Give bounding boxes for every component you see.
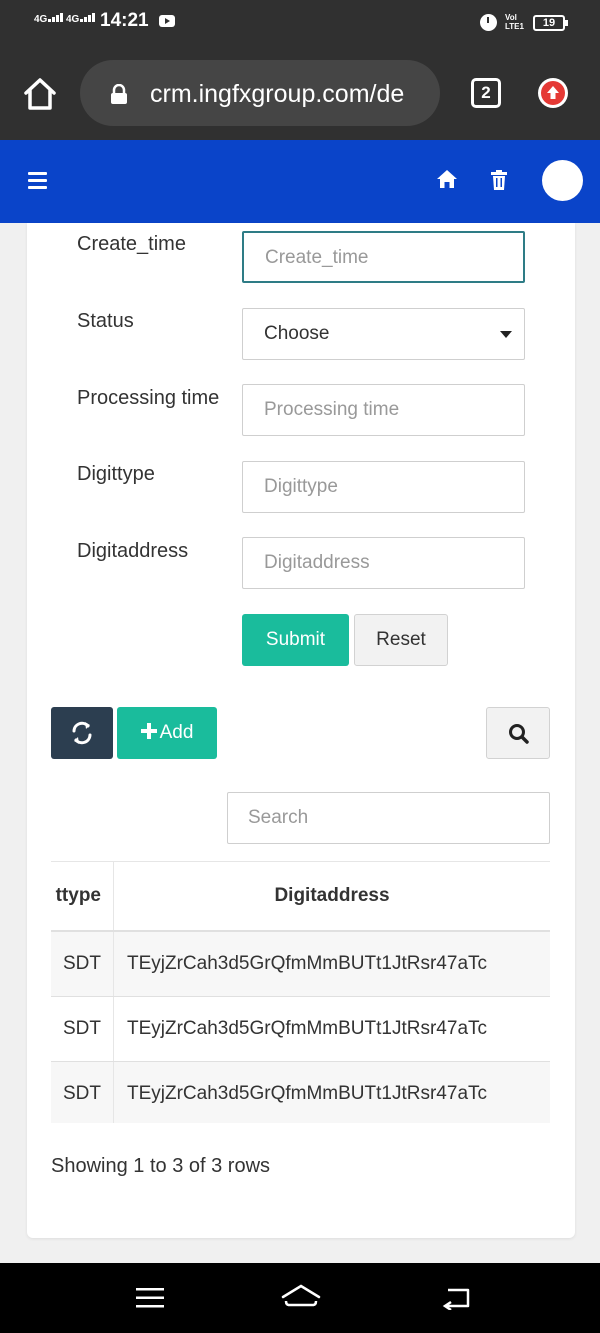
pagination-summary: Showing 1 to 3 of 3 rows — [51, 1155, 271, 1177]
home-icon — [24, 78, 56, 110]
back-icon[interactable] — [442, 1286, 472, 1310]
cell-digitaddress: TEyjZrCah3d5GrQfmMmBUTt1JtRsr47aTc — [127, 1018, 488, 1039]
digittype-label: Digittype — [77, 463, 155, 485]
youtube-notification-icon — [159, 15, 175, 27]
status-label: Status — [77, 310, 134, 332]
menu-icon[interactable] — [28, 172, 47, 190]
digitaddress-input[interactable]: Digitaddress — [242, 537, 525, 589]
processing-time-label: Processing time — [77, 387, 220, 409]
column-header-digittype[interactable]: ttype — [51, 862, 114, 930]
lock-icon — [111, 84, 127, 104]
search-placeholder: Search — [248, 807, 309, 828]
cell-digittype: SDT — [51, 932, 114, 996]
caret-down-icon — [500, 331, 512, 338]
avatar[interactable] — [542, 160, 583, 201]
reset-button[interactable]: Reset — [354, 614, 448, 666]
cell-digitaddress: TEyjZrCah3d5GrQfmMmBUTt1JtRsr47aTc — [127, 1083, 488, 1104]
update-button[interactable] — [538, 78, 568, 108]
content-card: Create_time Create_time Status Choose Pr… — [27, 223, 575, 1238]
plus-icon — [140, 723, 157, 739]
table-search-input[interactable]: Search — [227, 792, 550, 844]
add-label: Add — [159, 722, 194, 743]
header-home-icon[interactable] — [436, 169, 458, 189]
alarm-icon — [480, 14, 497, 31]
create-time-label: Create_time — [77, 233, 186, 255]
status-selected-value: Choose — [264, 323, 330, 344]
add-button[interactable]: Add — [117, 707, 217, 759]
submit-button[interactable]: Submit — [242, 614, 349, 666]
signal-2: 4G — [66, 13, 96, 25]
table-row: SDT TEyjZrCah3d5GrQfmMmBUTt1JtRsr47aTc — [51, 997, 550, 1061]
status-select[interactable]: Choose — [242, 308, 525, 360]
column-header-digitaddress[interactable]: Digitaddress — [114, 862, 550, 930]
search-icon — [509, 724, 529, 744]
network-type-1: 4G — [34, 14, 48, 25]
nav-home-icon[interactable] — [281, 1283, 321, 1311]
trash-icon[interactable] — [490, 170, 508, 190]
update-icon — [541, 81, 565, 105]
signal-1: 4G — [34, 13, 64, 25]
status-bar: 4G 4G 14:21 Vol LTE1 19 — [0, 0, 600, 46]
browser-home-button[interactable] — [22, 76, 58, 112]
refresh-icon — [72, 721, 92, 745]
tab-count: 2 — [481, 83, 491, 102]
browser-toolbar: crm.ingfxgroup.com/de 2 — [0, 46, 600, 140]
battery-indicator: 19 — [533, 15, 568, 31]
table-row: SDT TEyjZrCah3d5GrQfmMmBUTt1JtRsr47aTc — [51, 1062, 550, 1123]
create-time-input[interactable]: Create_time — [242, 231, 525, 283]
clock: 14:21 — [100, 10, 149, 31]
refresh-button[interactable] — [51, 707, 113, 759]
processing-time-input[interactable]: Processing time — [242, 384, 525, 436]
table-row: SDT TEyjZrCah3d5GrQfmMmBUTt1JtRsr47aTc — [51, 932, 550, 996]
volte-indicator: Vol LTE1 — [505, 13, 524, 31]
app-header — [0, 140, 600, 223]
processing-time-placeholder: Processing time — [264, 399, 400, 420]
network-type-2: 4G — [66, 14, 80, 25]
digittype-placeholder: Digittype — [264, 476, 338, 497]
digittype-input[interactable]: Digittype — [242, 461, 525, 513]
recent-apps-icon[interactable] — [136, 1287, 164, 1309]
digitaddress-label: Digitaddress — [77, 540, 189, 562]
cell-digitaddress: TEyjZrCah3d5GrQfmMmBUTt1JtRsr47aTc — [127, 953, 488, 974]
cell-digittype: SDT — [51, 1062, 114, 1123]
url-bar[interactable]: crm.ingfxgroup.com/de — [80, 60, 440, 126]
url-text: crm.ingfxgroup.com/de — [150, 80, 405, 108]
tabs-button[interactable]: 2 — [471, 78, 501, 108]
system-nav-bar — [0, 1263, 600, 1333]
cell-digittype: SDT — [51, 997, 114, 1061]
search-toggle-button[interactable] — [486, 707, 550, 759]
data-table: ttype Digitaddress SDT TEyjZrCah3d5GrQfm… — [51, 861, 550, 1123]
create-time-placeholder: Create_time — [265, 247, 369, 268]
digitaddress-placeholder: Digitaddress — [264, 552, 370, 573]
